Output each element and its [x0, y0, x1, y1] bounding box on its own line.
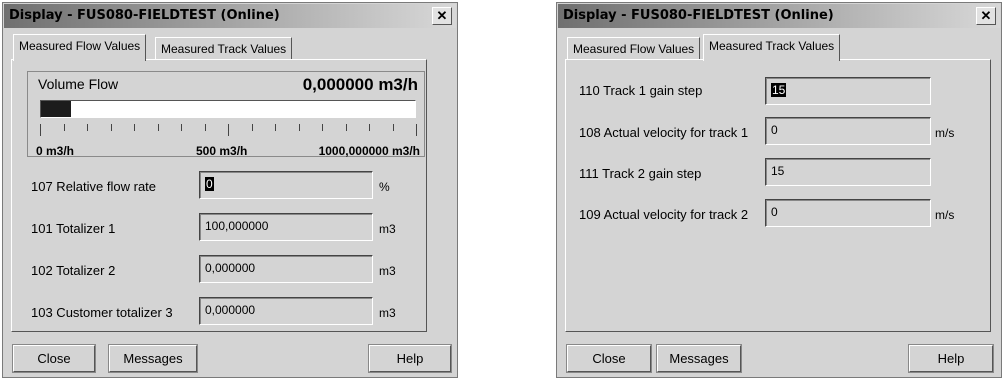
relative-flow-rate-value: 0 [205, 177, 214, 191]
scale-tick [87, 124, 88, 131]
track-1-gain-step-label: 110 Track 1 gain step [579, 83, 703, 98]
close-icon[interactable]: ✕ [432, 7, 452, 25]
customer-totalizer-3-label: 103 Customer totalizer 3 [31, 305, 173, 320]
scale-tick [392, 124, 394, 131]
track-1-gain-step-field[interactable]: 15 [765, 77, 931, 105]
flow-values-dialog: Display - FUS080-FIELDTEST (Online) ✕ Me… [2, 2, 458, 378]
volume-flow-bar-fill [41, 101, 71, 117]
scale-tick [181, 124, 182, 131]
relative-flow-rate-field[interactable]: 0 [199, 171, 373, 199]
volume-flow-label: Volume Flow [38, 76, 119, 92]
scale-tick [134, 124, 135, 131]
track-2-gain-step-label: 111 Track 2 gain step [579, 166, 702, 181]
scale-tick [40, 124, 41, 136]
totalizer-1-unit: m3 [379, 222, 396, 236]
close-button[interactable]: Close [12, 344, 96, 373]
customer-totalizer-3-field[interactable]: 0,000000 [199, 297, 373, 325]
title-bar: Display - FUS080-FIELDTEST (Online) ✕ [4, 4, 456, 28]
relative-flow-rate-label: 107 Relative flow rate [31, 179, 157, 194]
scale-tick [416, 124, 417, 136]
track-1-velocity-field[interactable]: 0 [765, 117, 931, 145]
track-1-velocity-label: 108 Actual velocity for track 1 [579, 125, 749, 140]
volume-flow-group: Volume Flow 0,000000 m3/h 0 m3/h 500 m3/… [27, 71, 425, 158]
scale-tick [345, 124, 347, 131]
title-bar: Display - FUS080-FIELDTEST (Online) ✕ [558, 4, 1000, 28]
help-button[interactable]: Help [368, 344, 452, 373]
close-icon[interactable]: ✕ [976, 7, 996, 25]
scale-mid-label: 500 m3/h [196, 144, 248, 158]
customer-totalizer-3-unit: m3 [379, 306, 396, 320]
window-title: Display - FUS080-FIELDTEST (Online) [563, 8, 834, 23]
totalizer-2-field[interactable]: 0,000000 [199, 255, 373, 283]
scale-min-label: 0 m3/h [36, 144, 75, 158]
track-2-velocity-label: 109 Actual velocity for track 2 [579, 207, 749, 222]
scale-tick [110, 124, 112, 131]
totalizer-2-label: 102 Totalizer 2 [31, 263, 116, 278]
scale-tick [298, 124, 300, 131]
scale-tick [157, 124, 159, 131]
scale-tick [228, 124, 229, 136]
volume-flow-scale-ticks [40, 124, 417, 136]
scale-tick [369, 124, 370, 131]
volume-flow-bar [40, 100, 416, 118]
tab-measured-track-values[interactable]: Measured Track Values [155, 37, 293, 59]
scale-max-label: 1000,000000 m3/h [318, 144, 420, 158]
track-2-gain-step-field[interactable]: 15 [765, 158, 931, 186]
scale-tick [322, 124, 323, 131]
scale-tick [251, 124, 253, 131]
scale-tick [275, 124, 276, 131]
track-2-velocity-unit: m/s [935, 208, 955, 222]
totalizer-1-field[interactable]: 100,000000 [199, 213, 373, 241]
track-1-velocity-unit: m/s [935, 126, 955, 140]
tab-measured-track-values[interactable]: Measured Track Values [703, 34, 841, 61]
tab-measured-flow-values[interactable]: Measured Flow Values [13, 34, 147, 61]
help-button[interactable]: Help [908, 344, 994, 373]
messages-button[interactable]: Messages [656, 344, 742, 373]
volume-flow-value: 0,000000 m3/h [302, 75, 418, 94]
messages-button[interactable]: Messages [108, 344, 198, 373]
track-2-velocity-field[interactable]: 0 [765, 199, 931, 227]
totalizer-2-unit: m3 [379, 264, 396, 278]
track-1-gain-step-value: 15 [771, 83, 787, 97]
track-values-dialog: Display - FUS080-FIELDTEST (Online) ✕ Me… [556, 2, 1002, 378]
scale-tick [63, 124, 65, 131]
tab-measured-flow-values[interactable]: Measured Flow Values [567, 37, 701, 59]
close-button[interactable]: Close [566, 344, 652, 373]
scale-tick [204, 124, 206, 131]
totalizer-1-label: 101 Totalizer 1 [31, 221, 116, 236]
window-title: Display - FUS080-FIELDTEST (Online) [9, 8, 280, 23]
relative-flow-rate-unit: % [379, 180, 390, 194]
